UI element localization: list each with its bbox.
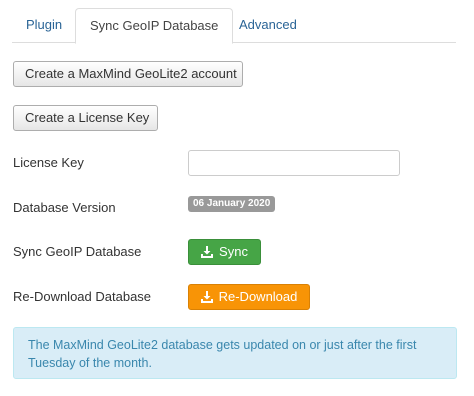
create-license-key-button[interactable]: Create a License Key: [13, 105, 158, 131]
license-key-input[interactable]: [188, 150, 400, 176]
info-alert-text: The MaxMind GeoLite2 database gets updat…: [28, 338, 417, 370]
create-maxmind-account-button[interactable]: Create a MaxMind GeoLite2 account: [13, 61, 243, 87]
redownload-database-label: Re-Download Database: [13, 289, 152, 304]
database-version-label: Database Version: [13, 200, 116, 215]
database-version-badge: 06 January 2020: [188, 196, 276, 212]
tab-plugin[interactable]: Plugin: [12, 8, 76, 43]
tab-advanced[interactable]: Advanced: [225, 8, 311, 43]
info-alert: The MaxMind GeoLite2 database gets updat…: [13, 327, 457, 379]
sync-button-label: Sync: [219, 244, 248, 259]
sync-button[interactable]: Sync: [188, 239, 261, 265]
license-key-label: License Key: [13, 155, 84, 170]
download-icon: [201, 246, 214, 258]
redownload-button-label: Re-Download: [218, 289, 298, 304]
tab-sync-geoip-database[interactable]: Sync GeoIP Database: [75, 8, 234, 44]
sync-geoip-database-label: Sync GeoIP Database: [13, 244, 142, 259]
download-icon: [200, 291, 213, 303]
redownload-button[interactable]: Re-Download: [188, 284, 310, 310]
tab-bar: Plugin Sync GeoIP Database Advanced: [12, 8, 456, 44]
